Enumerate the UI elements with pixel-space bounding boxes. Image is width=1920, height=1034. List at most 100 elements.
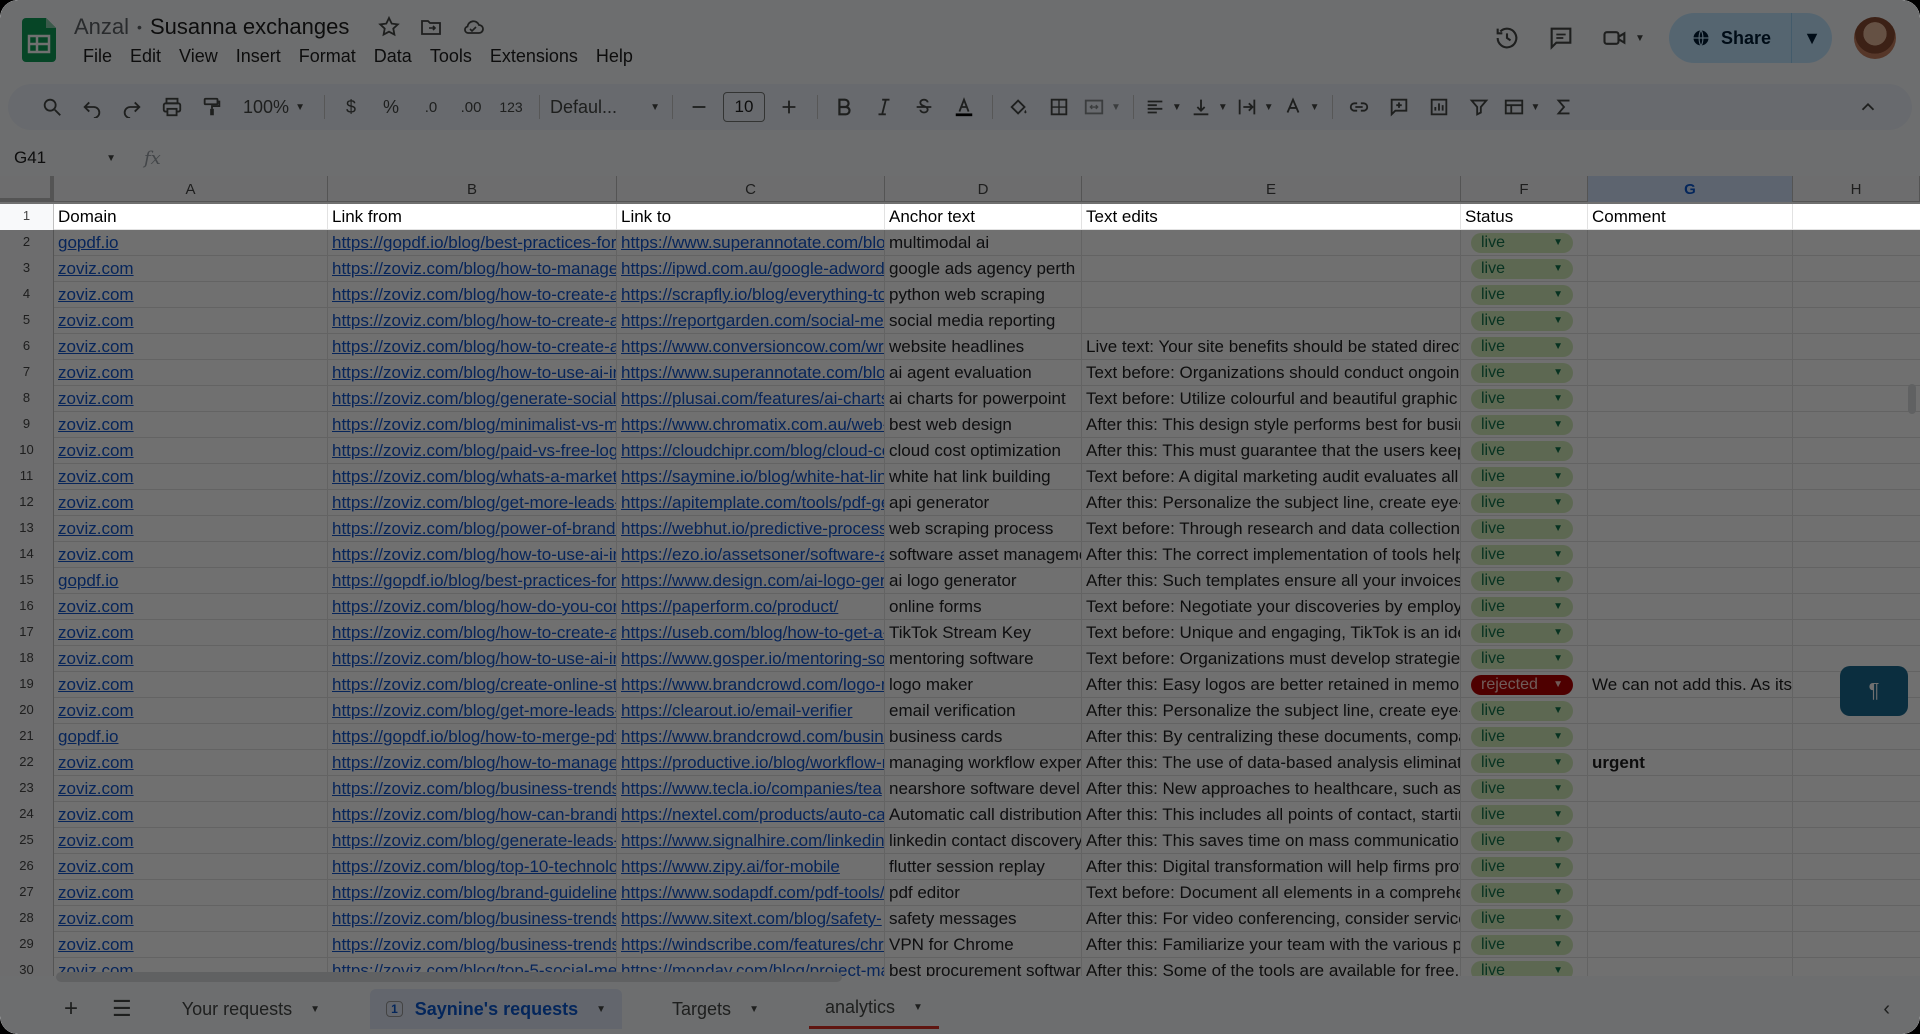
status-dropdown-icon[interactable]: ▼ (1553, 363, 1563, 383)
row-number[interactable]: 18 (0, 646, 54, 672)
more-formats-button[interactable]: 123 (495, 91, 527, 123)
anchor-cell[interactable]: business cards (885, 724, 1082, 750)
comment-cell[interactable] (1588, 360, 1793, 386)
menu-view[interactable]: View (170, 44, 227, 69)
bold-icon[interactable] (828, 91, 860, 123)
text-cell[interactable]: After this: This saves time on mass comm… (1082, 828, 1461, 854)
comment-cell[interactable]: urgent (1588, 750, 1793, 776)
domain-cell[interactable]: zoviz.com (54, 854, 328, 880)
status-cell[interactable]: live ▼ (1461, 360, 1588, 386)
status-badge[interactable]: live ▼ (1471, 883, 1573, 903)
from-cell[interactable]: https://zoviz.com/blog/how-to-create-a- (328, 334, 617, 360)
column-header-h[interactable]: H (1793, 176, 1920, 202)
status-cell[interactable]: live ▼ (1461, 932, 1588, 958)
column-header-d[interactable]: D (885, 176, 1082, 202)
row-number[interactable]: 2 (0, 230, 54, 256)
status-badge[interactable]: live ▼ (1471, 805, 1573, 825)
from-cell[interactable]: https://zoviz.com/blog/how-to-manage- (328, 256, 617, 282)
text-cell[interactable]: After this: Some of the tools are availa… (1082, 958, 1461, 976)
tab-caret-icon[interactable]: ▼ (749, 1004, 759, 1015)
menu-extensions[interactable]: Extensions (481, 44, 587, 69)
share-dropdown-icon[interactable]: ▼ (1792, 13, 1832, 63)
domain-cell[interactable]: zoviz.com (54, 308, 328, 334)
row-number[interactable]: 23 (0, 776, 54, 802)
from-cell[interactable]: https://zoviz.com/blog/how-can-brandi (328, 802, 617, 828)
column-header-a[interactable]: A (54, 176, 328, 202)
from-cell[interactable]: https://zoviz.com/blog/create-online-sto (328, 672, 617, 698)
domain-cell[interactable]: zoviz.com (54, 438, 328, 464)
text-cell[interactable]: After this: Personalize the subject line… (1082, 490, 1461, 516)
tab-analytics[interactable]: analytics ▼ (808, 989, 939, 1029)
anchor-cell[interactable]: linkedin contact discovery (885, 828, 1082, 854)
row-number[interactable]: 22 (0, 750, 54, 776)
text-cell[interactable] (1082, 256, 1461, 282)
status-badge[interactable]: live ▼ (1471, 519, 1573, 539)
comment-cell[interactable] (1588, 308, 1793, 334)
decrease-decimal-button[interactable]: .0 (415, 91, 447, 123)
insert-link-icon[interactable] (1343, 91, 1375, 123)
row-number[interactable]: 11 (0, 464, 54, 490)
status-cell[interactable]: live ▼ (1461, 906, 1588, 932)
domain-cell[interactable]: zoviz.com (54, 932, 328, 958)
to-cell[interactable]: https://www.superannotate.com/blog (617, 360, 885, 386)
menu-format[interactable]: Format (290, 44, 365, 69)
to-cell[interactable]: https://www.chromatix.com.au/web- (617, 412, 885, 438)
to-cell[interactable]: https://nextel.com/products/auto-cal (617, 802, 885, 828)
status-cell[interactable]: live ▼ (1461, 750, 1588, 776)
text-cell[interactable]: After this: Such templates ensure all yo… (1082, 568, 1461, 594)
status-dropdown-icon[interactable]: ▼ (1553, 831, 1563, 851)
to-cell[interactable]: https://www.brandcrowd.com/busine (617, 724, 885, 750)
to-cell[interactable]: https://plusai.com/features/ai-charts (617, 386, 885, 412)
from-cell[interactable]: https://zoviz.com/blog/business-trends (328, 776, 617, 802)
status-dropdown-icon[interactable]: ▼ (1553, 649, 1563, 669)
status-badge[interactable]: live ▼ (1471, 311, 1573, 331)
menu-insert[interactable]: Insert (227, 44, 290, 69)
menu-help[interactable]: Help (587, 44, 642, 69)
status-dropdown-icon[interactable]: ▼ (1553, 259, 1563, 279)
row-number[interactable]: 20 (0, 698, 54, 724)
comment-cell[interactable] (1588, 490, 1793, 516)
status-dropdown-icon[interactable]: ▼ (1553, 727, 1563, 747)
increase-font-size-icon[interactable] (773, 91, 805, 123)
domain-cell[interactable]: zoviz.com (54, 542, 328, 568)
undo-icon[interactable] (76, 91, 108, 123)
status-cell[interactable]: live ▼ (1461, 256, 1588, 282)
status-dropdown-icon[interactable]: ▼ (1553, 883, 1563, 903)
insert-comment-icon[interactable] (1383, 91, 1415, 123)
status-badge[interactable]: live ▼ (1471, 623, 1573, 643)
anchor-cell[interactable]: multimodal ai (885, 230, 1082, 256)
insert-chart-icon[interactable] (1423, 91, 1455, 123)
text-cell[interactable]: Text before: Organizations should conduc… (1082, 360, 1461, 386)
row-number[interactable]: 14 (0, 542, 54, 568)
status-dropdown-icon[interactable]: ▼ (1553, 285, 1563, 305)
text-cell[interactable]: Text before: Organizations must develop … (1082, 646, 1461, 672)
anchor-cell[interactable]: ai charts for powerpoint (885, 386, 1082, 412)
to-cell[interactable]: https://ipwd.com.au/google-adwords- (617, 256, 885, 282)
anchor-cell[interactable]: safety messages (885, 906, 1082, 932)
status-dropdown-icon[interactable]: ▼ (1553, 415, 1563, 435)
status-cell[interactable]: live ▼ (1461, 412, 1588, 438)
text-cell[interactable]: After this: By centralizing these docume… (1082, 724, 1461, 750)
row-number[interactable]: 6 (0, 334, 54, 360)
status-cell[interactable]: live ▼ (1461, 568, 1588, 594)
domain-cell[interactable]: zoviz.com (54, 282, 328, 308)
status-dropdown-icon[interactable]: ▼ (1553, 675, 1563, 695)
domain-cell[interactable]: zoviz.com (54, 880, 328, 906)
status-dropdown-icon[interactable]: ▼ (1553, 493, 1563, 513)
status-badge[interactable]: live ▼ (1471, 909, 1573, 929)
paint-format-icon[interactable] (196, 91, 228, 123)
domain-cell[interactable]: zoviz.com (54, 750, 328, 776)
to-cell[interactable]: https://reportgarden.com/social-media- (617, 308, 885, 334)
from-cell[interactable]: https://zoviz.com/blog/get-more-leads- (328, 698, 617, 724)
to-cell[interactable]: https://www.signalhire.com/linkedin- (617, 828, 885, 854)
merge-cells-icon[interactable]: ▼ (1083, 91, 1121, 123)
text-cell[interactable] (1082, 230, 1461, 256)
domain-cell[interactable]: zoviz.com (54, 334, 328, 360)
tab-caret-icon[interactable]: ▼ (310, 1004, 320, 1015)
text-cell[interactable]: Text before: Utilize colourful and beaut… (1082, 386, 1461, 412)
status-dropdown-icon[interactable]: ▼ (1553, 805, 1563, 825)
add-sheet-icon[interactable]: + (64, 995, 78, 1023)
status-dropdown-icon[interactable]: ▼ (1553, 701, 1563, 721)
anchor-cell[interactable]: ai logo generator (885, 568, 1082, 594)
star-icon[interactable] (377, 15, 401, 39)
